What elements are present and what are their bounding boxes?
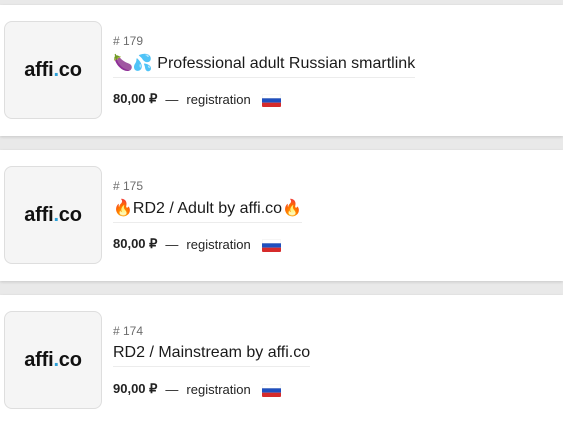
offer-price: 80,00 ₽ <box>113 91 158 106</box>
russia-flag-icon <box>261 93 281 107</box>
offer-meta: 90,00 ₽ — registration <box>113 381 281 397</box>
offer-title-link[interactable]: 🔥RD2 / Adult by affi.co🔥 <box>113 198 302 223</box>
offer-price: 90,00 ₽ <box>113 381 158 396</box>
fire-emoji-icon: 🔥 <box>282 198 302 217</box>
offer-title-text: RD2 / Mainstream by affi.co <box>113 344 311 361</box>
offer-card[interactable]: affi. co # 174 RD2 / Mainstream by affi.c… <box>0 295 563 426</box>
offer-meta: 80,00 ₽ — registration <box>113 91 281 107</box>
offer-title-link[interactable]: 🍆💦 Professional adult Russian smartlink <box>113 53 416 78</box>
affi-co-logo: affi. co <box>4 166 102 264</box>
affi-co-logo: affi. co <box>4 311 102 409</box>
offer-title-text: RD2 / Adult by affi.co <box>132 200 283 217</box>
meta-dash: — <box>165 381 179 397</box>
offer-id: # 174 <box>113 324 144 338</box>
meta-dash: — <box>165 91 179 107</box>
logo-suffix: co <box>58 58 82 81</box>
offer-meta: 80,00 ₽ — registration <box>113 236 281 252</box>
logo-prefix: affi <box>24 348 54 371</box>
offer-model: registration <box>186 381 251 397</box>
meta-dash: — <box>165 236 179 252</box>
offer-model: registration <box>186 236 251 252</box>
offer-card[interactable]: affi. co # 179 🍆💦 Professional adult Russ… <box>0 5 563 136</box>
offer-id: # 179 <box>113 34 144 48</box>
russia-flag-icon <box>261 383 281 397</box>
offer-title-text: Professional adult Russian smartlink <box>157 55 416 72</box>
offer-id: # 175 <box>113 179 144 193</box>
offer-model: registration <box>186 91 251 107</box>
logo-suffix: co <box>58 348 82 371</box>
russia-flag-icon <box>261 238 281 252</box>
offer-price: 80,00 ₽ <box>113 236 158 251</box>
logo-suffix: co <box>58 203 82 226</box>
offer-card[interactable]: affi. co # 175 🔥RD2 / Adult by affi.co🔥 8… <box>0 150 563 281</box>
title-emoji: 🍆💦 <box>113 53 153 72</box>
logo-prefix: affi <box>24 58 54 81</box>
fire-emoji-icon: 🔥 <box>113 198 133 217</box>
affi-co-logo: affi. co <box>4 21 102 119</box>
offer-title-link[interactable]: RD2 / Mainstream by affi.co <box>113 343 311 367</box>
logo-prefix: affi <box>24 203 54 226</box>
